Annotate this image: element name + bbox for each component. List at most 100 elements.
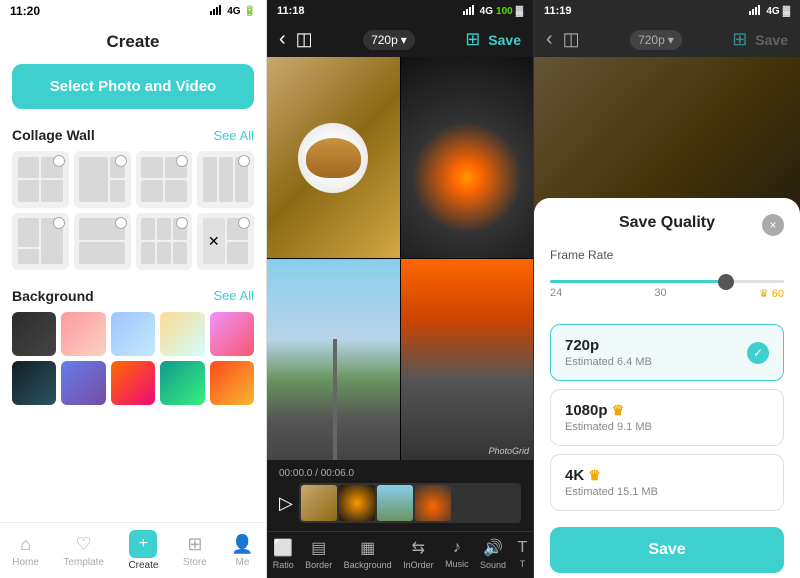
resolution-badge-3[interactable]: 720p ▾ [630, 30, 682, 50]
bg-item-9[interactable] [160, 361, 204, 405]
quality-size-720p: Estimated 6.4 MB [565, 356, 652, 368]
video-canvas: PhotoGrid [267, 57, 533, 460]
tool-border[interactable]: ▤ Border [305, 538, 332, 570]
status-bar-1: 11:20 4G 🔋 [0, 0, 266, 22]
tool-text-label: T [520, 559, 526, 569]
collage-cell [219, 157, 233, 202]
collage-cell [141, 218, 155, 240]
collage-cell [227, 242, 249, 264]
timeline-thumb-3 [377, 485, 413, 521]
quality-option-4k[interactable]: 4K ♛ Estimated 15.1 MB [550, 454, 784, 511]
timeline-bar[interactable] [299, 483, 521, 523]
bg-item-8[interactable] [111, 361, 155, 405]
collage-item-1[interactable] [12, 151, 69, 208]
timeline-thumb-4 [415, 485, 451, 521]
status-icons-2: 4G 100 ▓ [463, 5, 523, 18]
collage-cell [18, 218, 40, 247]
play-button[interactable]: ▷ [279, 493, 293, 514]
select-photo-video-button[interactable]: Select Photo and Video [12, 64, 254, 109]
inorder-icon: ⇆ [412, 538, 425, 558]
layers-icon-3[interactable]: ◫ [563, 29, 580, 50]
modal-save-button[interactable]: Save [550, 527, 784, 573]
editor-toolbar: ⬜ Ratio ▤ Border ▦ Background ⇆ InOrder … [267, 531, 533, 578]
battery-icon-2: ▓ [516, 6, 523, 17]
bg-item-1[interactable] [12, 312, 56, 356]
signal-icon-1 [210, 5, 224, 18]
collage-header: Collage Wall See All [12, 127, 254, 143]
frame-rate-slider[interactable]: 24 30 ♛ 60 [550, 272, 784, 308]
topbar3-right: ⊞ Save [732, 29, 788, 50]
nav-me[interactable]: 👤 Me [231, 534, 253, 568]
collage-cell [41, 180, 63, 202]
panel-create: 11:20 4G 🔋 Create Select Photo and Video… [0, 0, 267, 578]
video-cell-food [267, 57, 400, 258]
tool-inorder-label: InOrder [403, 560, 434, 570]
bg-item-2[interactable] [61, 312, 105, 356]
save-top-button-3[interactable]: Save [755, 32, 788, 48]
collage-grid: ✕ [12, 151, 254, 270]
quality-size-4k: Estimated 15.1 MB [565, 486, 658, 498]
back-button-3[interactable]: ‹ [546, 28, 553, 51]
tool-background[interactable]: ▦ Background [344, 538, 392, 570]
bg-item-5[interactable] [210, 312, 254, 356]
tool-inorder[interactable]: ⇆ InOrder [403, 538, 434, 570]
slider-thumb[interactable] [718, 274, 734, 290]
tool-ratio[interactable]: ⬜ Ratio [273, 538, 294, 570]
collage-item-8[interactable]: ✕ [197, 213, 254, 270]
grid-icon-3[interactable]: ⊞ [732, 29, 747, 50]
back-button[interactable]: ‹ [279, 28, 286, 51]
resolution-badge[interactable]: 720p ▾ [363, 30, 415, 50]
background-icon: ▦ [360, 538, 375, 558]
quality-info-1080p: 1080p ♛ Estimated 9.1 MB [565, 402, 652, 433]
bg-item-10[interactable] [210, 361, 254, 405]
layers-icon[interactable]: ◫ [296, 29, 313, 50]
radio-dot [53, 155, 65, 167]
tool-sound-label: Sound [480, 560, 506, 570]
collage-item-7[interactable] [136, 213, 193, 270]
tool-text[interactable]: T T [517, 539, 527, 569]
bg-item-3[interactable] [111, 312, 155, 356]
radio-dot [238, 217, 250, 229]
nav-create[interactable]: + Create [128, 530, 158, 571]
nav-me-label: Me [236, 557, 250, 568]
bg-item-6[interactable] [12, 361, 56, 405]
nav-template[interactable]: ♡ Template [63, 534, 104, 568]
collage-item-4[interactable] [197, 151, 254, 208]
frame-rate-section: Frame Rate 24 30 ♛ 60 [550, 248, 784, 308]
border-icon: ▤ [311, 538, 326, 558]
video-cell-crowd: PhotoGrid [401, 259, 534, 460]
tool-sound[interactable]: 🔊 Sound [480, 538, 506, 570]
quality-option-720p[interactable]: 720p Estimated 6.4 MB ✓ [550, 324, 784, 381]
collage-item-6[interactable] [74, 213, 131, 270]
grid-icon[interactable]: ⊞ [465, 29, 480, 50]
nav-store[interactable]: ⊞ Store [183, 534, 207, 568]
tool-music[interactable]: ♪ Music [445, 539, 469, 569]
nav-home[interactable]: ⌂ Home [12, 534, 39, 568]
radio-dot [238, 155, 250, 167]
status-icons-3: 4G ▓ [749, 5, 790, 18]
bg-item-7[interactable] [61, 361, 105, 405]
food-fill [306, 138, 361, 178]
background-see-all[interactable]: See All [214, 288, 254, 303]
background-title: Background [12, 288, 94, 304]
me-icon: 👤 [231, 534, 253, 555]
quality-check-720p: ✓ [747, 342, 769, 364]
collage-cell [18, 249, 40, 263]
collage-cell [18, 157, 40, 179]
collage-item-3[interactable] [136, 151, 193, 208]
quality-option-1080p[interactable]: 1080p ♛ Estimated 9.1 MB [550, 389, 784, 446]
collage-title: Collage Wall [12, 127, 95, 143]
modal-close-button[interactable]: × [762, 214, 784, 236]
collage-cell [110, 180, 124, 202]
bg-item-4[interactable] [160, 312, 204, 356]
music-icon: ♪ [453, 539, 461, 557]
panel-save-quality: 11:19 4G ▓ ‹ ◫ 720p ▾ ⊞ Save Save Qualit… [534, 0, 800, 578]
save-top-button[interactable]: Save [488, 32, 521, 48]
collage-item-2[interactable] [74, 151, 131, 208]
create-content: Create Select Photo and Video Collage Wa… [0, 22, 266, 578]
collage-item-5[interactable] [12, 213, 69, 270]
collage-see-all[interactable]: See All [214, 128, 254, 143]
time-2: 11:18 [277, 5, 305, 17]
street-image [267, 259, 400, 460]
sound-icon: 🔊 [483, 538, 503, 558]
